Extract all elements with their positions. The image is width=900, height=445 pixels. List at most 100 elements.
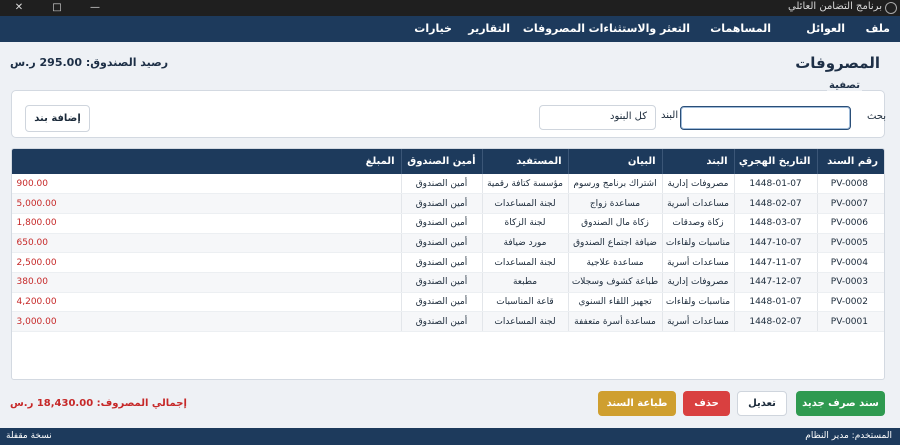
cell-item: مناسبات ولقاءات: [661, 292, 734, 313]
cell-item: مساعدات أسرية: [661, 252, 734, 273]
cell-amount: 1,800.00: [12, 213, 401, 234]
app-icon: [885, 2, 897, 14]
column-amount[interactable]: المبلغ: [12, 149, 401, 174]
cell-description: مساعدة أسرة متعففة: [567, 311, 662, 332]
edit-button[interactable]: تعديل: [737, 391, 787, 416]
cell-description: ضيافة اجتماع الصندوق: [567, 233, 662, 254]
cell-beneficiary: لجنة المساعدات: [481, 311, 568, 332]
column-hijri-date[interactable]: التاريخ الهجري: [733, 149, 817, 174]
cell-beneficiary: لجنة المساعدات: [481, 193, 568, 214]
cell-treasurer: أمين الصندوق: [400, 193, 482, 214]
cell-treasurer: أمين الصندوق: [400, 174, 482, 195]
cell-amount: 3,000.00: [12, 311, 401, 332]
column-item[interactable]: البند: [661, 149, 734, 174]
print-voucher-button[interactable]: طباعة السند: [598, 391, 676, 416]
cell-treasurer: أمين الصندوق: [400, 311, 482, 332]
column-voucher-number[interactable]: رقم السند: [816, 149, 884, 174]
cell-voucher: PV-0007: [816, 193, 884, 214]
cell-item: مصروفات إدارية: [661, 174, 734, 195]
cell-voucher: PV-0001: [816, 311, 884, 332]
expenses-table: رقم السند التاريخ الهجري البند البيان ال…: [11, 148, 885, 380]
column-beneficiary[interactable]: المستفيد: [481, 149, 568, 174]
cell-amount: 900.00: [12, 174, 401, 195]
cell-date: 1447-11-07: [733, 252, 817, 273]
status-copy: نسخة مقفلة: [6, 431, 52, 441]
menu-families[interactable]: العوائل: [806, 16, 845, 42]
cell-description: زكاة مال الصندوق: [567, 213, 662, 234]
cell-voucher: PV-0004: [816, 252, 884, 273]
cell-beneficiary: لجنة الزكاة: [481, 213, 568, 234]
cell-item: مناسبات ولقاءات: [661, 233, 734, 254]
cell-beneficiary: لجنة المساعدات: [481, 252, 568, 273]
cell-description: طباعة كشوف وسجلات: [567, 272, 662, 293]
total-expenses: إجمالي المصروف: 18,430.00 ر.س: [10, 398, 187, 409]
table-row[interactable]: PV-0001 1448-02-07 مساعدات أسرية مساعدة …: [12, 311, 884, 332]
cell-item: مساعدات أسرية: [661, 193, 734, 214]
status-user: المستخدم: مدير النظام: [805, 431, 892, 441]
window-title: برنامج التضامن العائلي: [788, 1, 882, 12]
cell-date: 1447-12-07: [733, 272, 817, 293]
cell-beneficiary: مورد ضيافة: [481, 233, 568, 254]
cell-voucher: PV-0003: [816, 272, 884, 293]
menu-options[interactable]: خيارات: [414, 16, 452, 42]
window-controls: ✕ □ —: [0, 0, 114, 16]
minimize-window-icon[interactable]: —: [76, 0, 114, 16]
menu-expenses[interactable]: المصروفات: [523, 16, 585, 42]
column-treasurer[interactable]: أمين الصندوق: [400, 149, 482, 174]
table-row[interactable]: PV-0003 1447-12-07 مصروفات إدارية طباعة …: [12, 272, 884, 293]
cell-amount: 2,500.00: [12, 252, 401, 273]
cell-description: اشتراك برنامج ورسوم: [567, 174, 662, 195]
cell-item: مساعدات أسرية: [661, 311, 734, 332]
cell-amount: 4,200.00: [12, 292, 401, 313]
cell-amount: 380.00: [12, 272, 401, 293]
cell-date: 1448-02-07: [733, 193, 817, 214]
cell-beneficiary: قاعة المناسبات: [481, 292, 568, 313]
menu-contributions[interactable]: المساهمات: [710, 16, 771, 42]
cell-voucher: PV-0006: [816, 213, 884, 234]
cell-item: زكاة وصدقات: [661, 213, 734, 234]
cell-treasurer: أمين الصندوق: [400, 292, 482, 313]
table-row[interactable]: PV-0004 1447-11-07 مساعدات أسرية مساعدة …: [12, 252, 884, 273]
add-item-button[interactable]: إضافة بند: [25, 105, 90, 132]
search-input[interactable]: [680, 106, 851, 130]
cell-treasurer: أمين الصندوق: [400, 233, 482, 254]
cell-amount: 650.00: [12, 233, 401, 254]
search-label: بحث: [866, 111, 886, 122]
cell-item: مصروفات إدارية: [661, 272, 734, 293]
cell-beneficiary: مؤسسة كتافة رقمية: [481, 174, 568, 195]
menu-defaults-exceptions[interactable]: التعثر والاستثناءات: [589, 16, 690, 42]
status-bar: المستخدم: مدير النظام نسخة مقفلة: [0, 428, 900, 445]
maximize-window-icon[interactable]: □: [38, 0, 76, 16]
page-title: المصروفات: [795, 54, 880, 72]
cell-description: تجهيز اللقاء السنوي: [567, 292, 662, 313]
table-row[interactable]: PV-0005 1447-10-07 مناسبات ولقاءات ضيافة…: [12, 233, 884, 254]
cell-date: 1448-01-07: [733, 174, 817, 195]
table-row[interactable]: PV-0006 1448-03-07 زكاة وصدقات زكاة مال …: [12, 213, 884, 234]
cell-voucher: PV-0005: [816, 233, 884, 254]
cell-beneficiary: مطبعة: [481, 272, 568, 293]
column-description[interactable]: البيان: [567, 149, 662, 174]
close-window-icon[interactable]: ✕: [0, 0, 38, 16]
cell-voucher: PV-0008: [816, 174, 884, 195]
cell-amount: 5,000.00: [12, 193, 401, 214]
title-bar: برنامج التضامن العائلي ✕ □ —: [0, 0, 900, 16]
cell-voucher: PV-0002: [816, 292, 884, 313]
menu-reports[interactable]: التقارير: [468, 16, 510, 42]
table-row[interactable]: PV-0002 1448-01-07 مناسبات ولقاءات تجهيز…: [12, 292, 884, 313]
item-filter-label: البند: [661, 110, 679, 121]
cell-date: 1448-01-07: [733, 292, 817, 313]
cell-description: مساعدة علاجية: [567, 252, 662, 273]
cell-description: مساعدة زواج: [567, 193, 662, 214]
table-row[interactable]: PV-0007 1448-02-07 مساعدات أسرية مساعدة …: [12, 193, 884, 214]
table-row[interactable]: PV-0008 1448-01-07 مصروفات إدارية اشتراك…: [12, 174, 884, 195]
new-voucher-button[interactable]: سند صرف جديد: [796, 391, 885, 416]
cell-date: 1447-10-07: [733, 233, 817, 254]
cell-date: 1448-02-07: [733, 311, 817, 332]
delete-button[interactable]: حذف: [683, 391, 730, 416]
item-filter-select[interactable]: كل البنود: [539, 105, 656, 130]
menu-file[interactable]: ملف: [866, 16, 890, 42]
fund-balance: رصيد الصندوق: 295.00 ر.س: [10, 56, 169, 69]
table-header-row: رقم السند التاريخ الهجري البند البيان ال…: [12, 149, 884, 174]
menu-bar: ملف العوائل المساهمات التعثر والاستثناءا…: [0, 16, 900, 42]
filter-legend: تصفية: [827, 80, 862, 91]
